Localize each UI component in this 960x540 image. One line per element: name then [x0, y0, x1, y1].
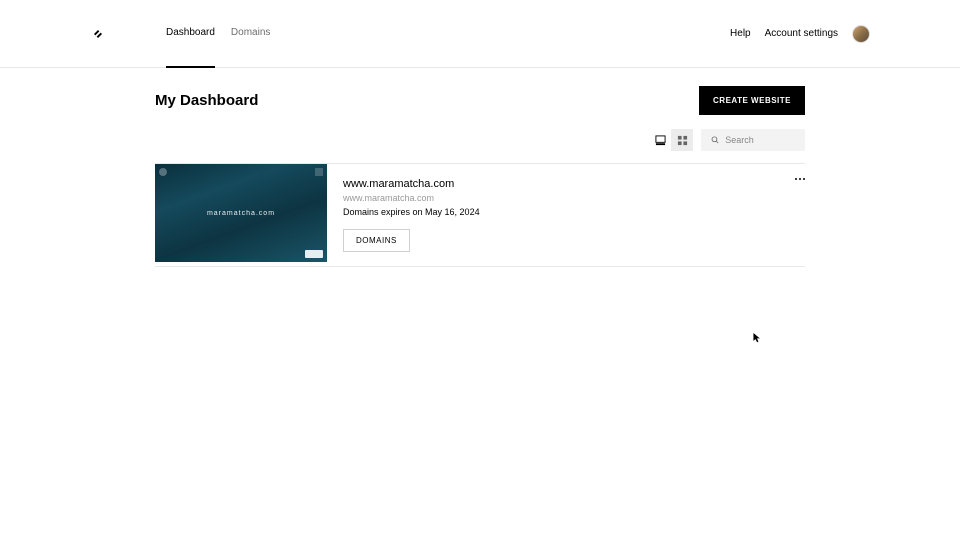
- nav-tab-label: Dashboard: [166, 27, 215, 38]
- view-toggle: [649, 129, 693, 151]
- nav-tabs: Dashboard Domains: [166, 0, 270, 68]
- thumbnail-expand-icon: [315, 168, 323, 176]
- cursor-icon: [753, 333, 761, 343]
- nav-tab-dashboard[interactable]: Dashboard: [166, 0, 215, 68]
- account-settings-link[interactable]: Account settings: [765, 28, 838, 39]
- avatar[interactable]: [852, 25, 870, 43]
- site-expires: Domains expires on May 16, 2024: [343, 207, 789, 217]
- thumbnail-badge-icon: [159, 168, 167, 176]
- header: Dashboard Domains Help Account settings: [0, 0, 960, 68]
- list-view-icon: [655, 135, 666, 146]
- thumbnail-youtube-icon: [305, 250, 323, 258]
- search-box[interactable]: [701, 129, 805, 151]
- site-title[interactable]: www.maramatcha.com: [343, 178, 789, 190]
- dot-icon: [799, 178, 801, 180]
- help-link[interactable]: Help: [730, 28, 751, 39]
- squarespace-logo-icon[interactable]: [90, 26, 106, 42]
- content: My Dashboard CREATE WEBSITE: [0, 68, 960, 267]
- domains-button[interactable]: DOMAINS: [343, 229, 410, 252]
- grid-view-icon: [677, 135, 688, 146]
- nav-tab-domains[interactable]: Domains: [231, 0, 270, 68]
- site-thumbnail[interactable]: maramatcha.com: [155, 164, 327, 262]
- view-list-button[interactable]: [649, 129, 671, 151]
- site-row[interactable]: maramatcha.com www.maramatcha.com www.ma…: [155, 164, 805, 267]
- title-row: My Dashboard CREATE WEBSITE: [155, 68, 805, 129]
- page-title: My Dashboard: [155, 92, 258, 109]
- site-url[interactable]: www.maramatcha.com: [343, 193, 789, 203]
- toolbar: [155, 129, 805, 164]
- dot-icon: [795, 178, 797, 180]
- dot-icon: [803, 178, 805, 180]
- thumbnail-text: maramatcha.com: [207, 210, 275, 217]
- nav-tab-label: Domains: [231, 27, 270, 38]
- header-left: Dashboard Domains: [90, 0, 270, 68]
- header-right: Help Account settings: [730, 25, 870, 43]
- search-input[interactable]: [725, 135, 795, 145]
- view-grid-button[interactable]: [671, 129, 693, 151]
- search-icon: [711, 135, 719, 145]
- site-info: www.maramatcha.com www.maramatcha.com Do…: [327, 164, 805, 266]
- create-website-button[interactable]: CREATE WEBSITE: [699, 86, 805, 115]
- site-menu-button[interactable]: [795, 178, 805, 180]
